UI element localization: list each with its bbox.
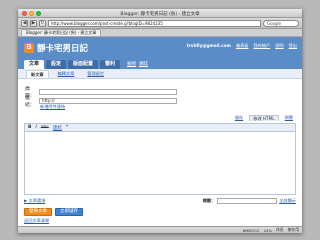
subtab-edit-posts[interactable]: 編輯文章	[54, 70, 79, 78]
header-links: trvhfly@gmail.com 儀表板 我的帳戶 說明 登出	[187, 43, 297, 49]
back-button[interactable]: ◀	[21, 19, 28, 27]
insert-link-button[interactable]: 連結	[53, 125, 62, 131]
blogger-logo-icon[interactable]: B	[24, 43, 34, 53]
blog-link[interactable]: 網誌	[139, 60, 148, 69]
browser-tab-strip: Blogger: 靜卡宅男日記 (負) - 建立文章	[18, 29, 302, 37]
bold-button[interactable]: B	[28, 125, 31, 130]
blogger-header: B 靜卡宅男日記 trvhfly@gmail.com 儀表板 我的帳戶 說明 登…	[18, 37, 302, 59]
post-body-textarea[interactable]	[25, 132, 295, 195]
status-item: 休息	[276, 227, 284, 232]
action-buttons: 發佈文章 立即儲存	[24, 208, 83, 216]
title-bar: Blogger: 靜卡宅男日記 (負) - 建立文章	[18, 9, 302, 18]
save-tab[interactable]: 儲存	[232, 115, 246, 121]
italic-button[interactable]: I	[35, 125, 36, 130]
labels-label: 標籤：	[202, 198, 216, 203]
user-email: trvhfly@gmail.com	[186, 43, 231, 48]
sub-nav: 新文章 編輯文章 管理留言	[18, 69, 302, 79]
address-bar[interactable]: http://www.blogger.com/post-create.g?blo…	[48, 19, 261, 27]
help-link[interactable]: 說明	[275, 43, 283, 49]
subtab-moderate-comments[interactable]: 管理留言	[83, 70, 108, 78]
status-item: 24%	[263, 227, 273, 233]
window-title: Blogger: 靜卡宅男日記 (負) - 建立文章	[120, 12, 200, 17]
return-to-list-link[interactable]: 返回文章清單	[24, 218, 49, 224]
search-field[interactable]: Google	[263, 19, 299, 27]
reload-button[interactable]: ↻	[39, 19, 46, 27]
forward-button[interactable]: ▶	[30, 19, 37, 27]
status-item: 無作用	[287, 227, 299, 232]
browser-tab[interactable]: Blogger: 靜卡宅男日記 (負) - 建立文章	[21, 29, 102, 36]
publish-button[interactable]: 發佈文章	[24, 208, 52, 216]
blockquote-icon[interactable]: ❝	[66, 125, 68, 130]
dashboard-link[interactable]: 儀表板	[236, 43, 249, 49]
subtab-new-post[interactable]: 新文章	[26, 70, 49, 78]
tab-settings[interactable]: 設定	[46, 60, 67, 69]
my-account-link[interactable]: 我的帳戶	[253, 43, 270, 49]
view-link[interactable]: 檢視	[127, 60, 136, 69]
show-all-labels-link[interactable]: 全部顯示	[279, 198, 296, 204]
strikethrough-button[interactable]: abc	[41, 125, 49, 130]
status-item: 8MB/512	[242, 227, 260, 233]
post-options-link[interactable]: ▶ 文章選項	[24, 198, 45, 204]
tab-monetize[interactable]: 營利	[100, 60, 121, 69]
post-editor-area: 標題： 連結： http:// 新增附件連結 儲存 修改 HTML 預覽 B I…	[18, 79, 302, 225]
blog-title: 靜卡宅男日記	[37, 43, 89, 53]
sign-out-link[interactable]: 登出	[289, 43, 297, 49]
browser-toolbar: ◀ ▶ ↻ http://www.blogger.com/post-create…	[18, 18, 302, 29]
main-nav: 文章 設定 版面配置 營利 檢視 網誌	[18, 59, 302, 69]
edit-html-tab[interactable]: 修改 HTML	[249, 115, 279, 121]
tab-layout[interactable]: 版面配置	[68, 60, 99, 69]
save-now-button[interactable]: 立即儲存	[55, 208, 83, 216]
browser-window: Blogger: 靜卡宅男日記 (負) - 建立文章 ◀ ▶ ↻ http://…	[18, 9, 302, 233]
editor-mode-tabs: 儲存 修改 HTML 預覽	[232, 115, 296, 121]
tab-posting[interactable]: 文章	[24, 60, 45, 69]
labels-area: 標籤： 全部顯示	[203, 198, 296, 204]
status-bar: 8MB/512 24% 休息 無作用	[18, 226, 302, 233]
labels-input[interactable]	[217, 198, 278, 204]
editor-toolbar: B I abc 連結 ❝	[25, 124, 295, 132]
link-settings-link[interactable]: 新增附件連結	[40, 104, 65, 110]
preview-tab[interactable]: 預覽	[282, 115, 296, 121]
link-label: 連結：	[25, 96, 35, 108]
post-body-editor: B I abc 連結 ❝	[24, 123, 296, 195]
view-links: 檢視 網誌	[127, 60, 148, 69]
below-editor-row: ▶ 文章選項 標籤： 全部顯示	[24, 197, 296, 205]
